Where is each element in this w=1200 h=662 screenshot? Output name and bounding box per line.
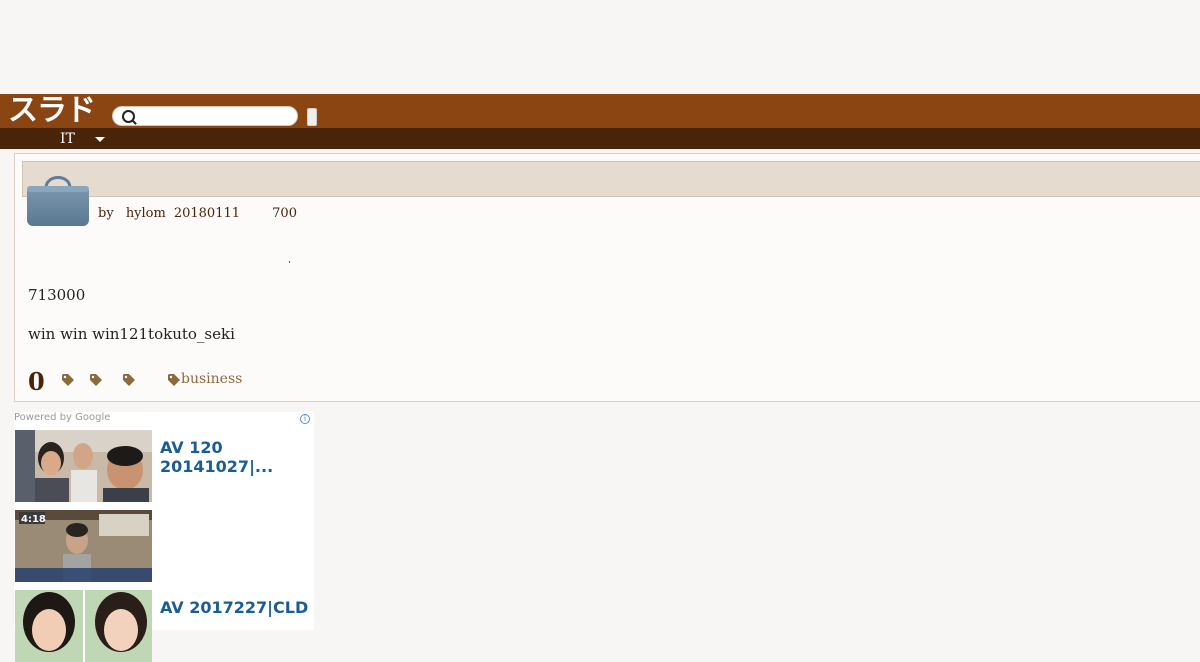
article-footer: 0 business	[28, 367, 428, 397]
ad-thumbnail-3[interactable]	[15, 590, 152, 662]
tag-business[interactable]: business	[181, 371, 242, 387]
article-title-bar	[22, 161, 1200, 197]
adchoices-icon[interactable]: i	[300, 414, 310, 424]
tag-icon[interactable]	[123, 374, 135, 386]
nav-section-it[interactable]: IT	[60, 130, 75, 148]
ad-thumb-2-time: 4:18	[21, 514, 46, 525]
search-submit-button[interactable]	[307, 108, 317, 126]
comment-count[interactable]: 0	[28, 367, 45, 396]
section-nav: IT	[0, 128, 1200, 149]
powered-by-google: Powered by Google	[14, 412, 111, 423]
ad-title-1[interactable]: AV 120 20141027|...	[160, 438, 310, 476]
shopping-bag-icon[interactable]	[27, 168, 89, 226]
link-dot[interactable]	[289, 261, 290, 263]
search-box[interactable]	[112, 106, 298, 126]
article-card: by hylom 20180111 700 713000 win win win1…	[14, 153, 1200, 402]
article-meta: by hylom 20180111 700	[98, 206, 305, 221]
meta-by: by	[98, 206, 114, 221]
ad-title-3[interactable]: AV 2017227|CLD	[160, 598, 310, 617]
tag-icon[interactable]	[168, 374, 180, 386]
tag-icon[interactable]	[90, 374, 102, 386]
chevron-down-icon[interactable]	[95, 137, 105, 142]
top-blank-area	[0, 0, 1200, 94]
ad-thumbnail-1[interactable]	[15, 430, 152, 502]
post-date: 20180111	[173, 206, 241, 221]
search-input[interactable]	[139, 108, 293, 126]
tag-icon[interactable]	[62, 374, 74, 386]
read-count: 700	[272, 206, 297, 221]
site-header: スラド	[0, 94, 1200, 128]
site-logo[interactable]: スラド	[8, 95, 96, 127]
ad-thumbnail-2[interactable]: 4:18	[15, 510, 152, 582]
article-paragraph-1: 713000	[28, 286, 86, 304]
author-link[interactable]: hylom	[126, 206, 166, 221]
google-ads-block: Powered by Google i AV 120 20141027|... …	[14, 412, 314, 662]
search-icon	[122, 110, 135, 123]
article-paragraph-2: win win win121tokuto_seki	[28, 325, 235, 343]
